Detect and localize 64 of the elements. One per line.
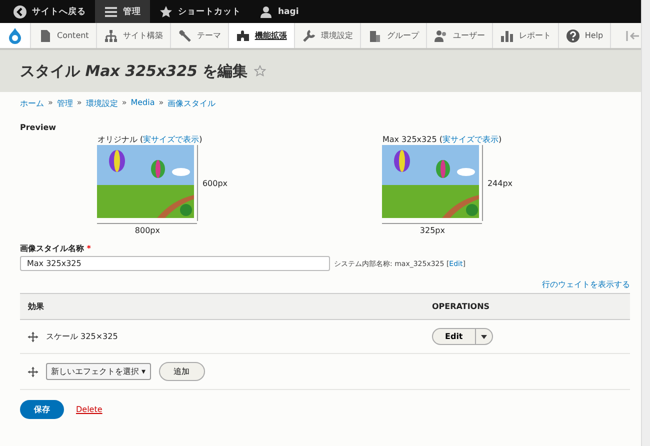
image-width: 800px (97, 223, 198, 235)
column-header: 効果 (20, 294, 424, 320)
breadcrumb-separator: » (122, 98, 127, 109)
admin-menu-item[interactable]: Help (558, 23, 612, 48)
drag-handle-icon[interactable] (28, 366, 38, 376)
operations-dropbutton[interactable]: Edit (432, 328, 493, 345)
column-header: OPERATIONS (424, 294, 630, 320)
style-name-field[interactable]: Max 325x325 (20, 256, 330, 271)
user-icon (259, 4, 273, 18)
full-size-link[interactable]: 実サイズで表示 (143, 135, 200, 144)
group-icon (368, 28, 382, 42)
star-icon (159, 4, 173, 18)
puzzle-icon (236, 28, 250, 42)
menu-icon (104, 4, 118, 18)
breadcrumb-separator: » (76, 98, 82, 109)
admin-menu-item[interactable]: ユーザー (426, 23, 493, 48)
delete-link[interactable]: Delete (76, 405, 102, 414)
toolbar-tab[interactable]: 管理 (95, 0, 150, 23)
star-icon[interactable] (254, 65, 266, 77)
sitemap-icon (104, 28, 118, 42)
breadcrumb-link[interactable]: 画像スタイル (168, 98, 216, 109)
document-icon (38, 28, 52, 42)
admin-menu-item[interactable]: 環境設定 (294, 23, 361, 48)
collapse-icon[interactable] (626, 30, 640, 40)
field-label: 画像スタイル名称 (20, 244, 84, 253)
preview-label: Preview (20, 123, 58, 132)
breadcrumb-link[interactable]: 管理 (56, 98, 73, 109)
caret-icon[interactable] (480, 334, 487, 338)
breadcrumb-link[interactable]: ホーム (20, 98, 44, 109)
show-weights-link[interactable]: 行のウェイトを表示する (542, 280, 630, 289)
help-icon (566, 28, 580, 42)
admin-menu-item[interactable]: グループ (360, 23, 427, 48)
image-width: 325px (382, 223, 482, 235)
full-size-link[interactable]: 実サイズで表示 (442, 135, 498, 144)
toolbar-tab[interactable]: hagi (250, 0, 308, 23)
breadcrumb-link[interactable]: 環境設定 (86, 98, 118, 109)
bar-chart-icon (500, 28, 514, 42)
admin-menu-item[interactable]: 機能拡張 (228, 23, 295, 48)
back-icon (13, 4, 27, 18)
breadcrumb-link[interactable]: Media (130, 98, 155, 109)
image-caption: Max 325x325 (実サイズで表示) (382, 134, 502, 145)
admin-menu-item[interactable]: レポート (492, 23, 559, 48)
toolbar-tab[interactable]: ショートカット (150, 0, 250, 23)
add-button[interactable]: 追加 (158, 362, 205, 381)
required-mark: * (86, 244, 91, 253)
admin-menu-item[interactable]: Content (31, 23, 97, 48)
drop-logo-icon[interactable] (7, 26, 23, 44)
page-title: スタイル Max 325x325 を編集 (20, 62, 248, 80)
save-button[interactable]: 保存 (20, 400, 64, 419)
scrollbar[interactable] (641, 0, 650, 446)
image-height: 600px (202, 178, 228, 188)
image-height: 244px (487, 178, 513, 188)
effect-name: スケール 325×325 (46, 331, 118, 342)
breadcrumb-separator: » (48, 98, 53, 109)
image-caption: オリジナル (実サイズで表示) (97, 134, 202, 145)
breadcrumb-separator: » (158, 98, 164, 109)
edit-button[interactable]: Edit (433, 329, 475, 344)
brush-icon (178, 28, 192, 42)
drag-handle-icon[interactable] (28, 332, 38, 342)
wrench-icon (302, 28, 316, 42)
effect-select[interactable]: 新しいエフェクトを選択 ▾ (46, 363, 151, 380)
users-icon (434, 28, 448, 42)
toolbar-tab[interactable]: サイトへ戻る (4, 0, 95, 23)
admin-menu-item[interactable]: サイト構築 (96, 23, 171, 48)
